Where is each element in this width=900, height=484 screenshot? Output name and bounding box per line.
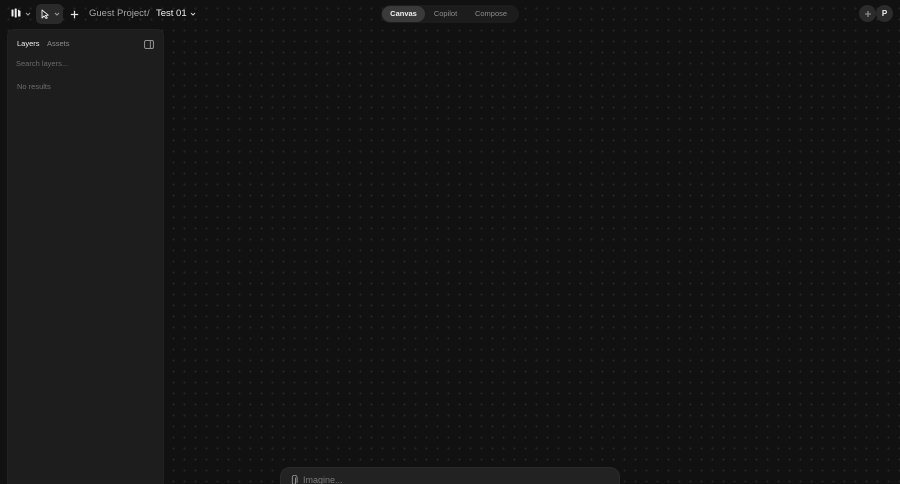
chevron-down-icon bbox=[54, 11, 60, 17]
logo-icon bbox=[11, 5, 21, 23]
prompt-input[interactable] bbox=[303, 473, 603, 484]
breadcrumb-page: Test 01 bbox=[156, 8, 187, 19]
tool-selector-button[interactable] bbox=[36, 4, 63, 24]
tab-copilot[interactable]: Copilot bbox=[425, 6, 466, 22]
logo-menu-button[interactable] bbox=[8, 4, 34, 24]
add-button[interactable] bbox=[66, 4, 82, 24]
plus-icon bbox=[70, 10, 79, 19]
tab-layers[interactable]: Layers bbox=[17, 39, 40, 49]
mode-switcher: Canvas Copilot Compose bbox=[381, 5, 519, 23]
plus-icon bbox=[864, 10, 872, 18]
paperclip-icon[interactable] bbox=[289, 474, 299, 484]
cursor-arrow-icon bbox=[40, 9, 50, 19]
tab-compose[interactable]: Compose bbox=[466, 6, 516, 22]
tab-assets[interactable]: Assets bbox=[47, 39, 70, 49]
chevron-down-icon bbox=[190, 11, 196, 17]
breadcrumb-separator: / bbox=[147, 8, 150, 19]
invite-button[interactable] bbox=[859, 5, 876, 22]
avatar[interactable]: P bbox=[876, 5, 893, 22]
breadcrumb-project[interactable]: Guest Project bbox=[89, 7, 147, 21]
top-bar: Guest Project / Test 01 Canvas Copilot C… bbox=[0, 0, 900, 28]
layers-panel: Layers Assets No results bbox=[7, 29, 164, 484]
search-layers-input[interactable] bbox=[16, 56, 156, 70]
sidebar-toggle-icon[interactable] bbox=[143, 38, 155, 50]
empty-state-text: No results bbox=[17, 82, 51, 91]
page-selector[interactable]: Test 01 bbox=[156, 7, 196, 21]
chevron-down-icon bbox=[25, 11, 31, 17]
tab-canvas[interactable]: Canvas bbox=[382, 6, 425, 22]
prompt-bar bbox=[280, 467, 620, 484]
